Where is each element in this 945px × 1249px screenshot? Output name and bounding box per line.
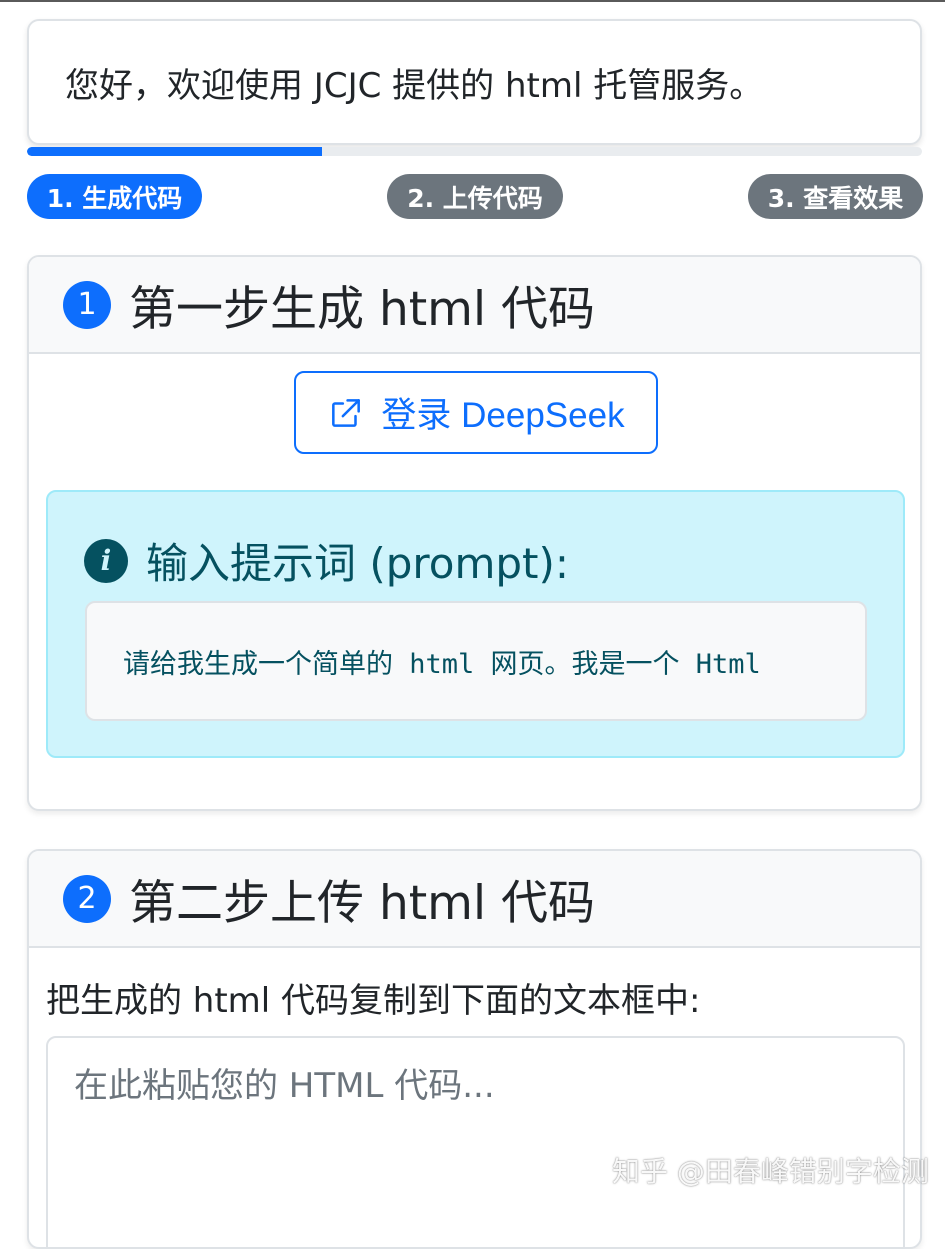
login-deepseek-button[interactable]: 登录 DeepSeek (294, 371, 658, 454)
watermark: 知乎 @田春峰错别字检测 (612, 1155, 929, 1188)
welcome-alert: 您好，欢迎使用 JCJC 提供的 html 托管服务。 (27, 19, 922, 145)
progress-bar (27, 147, 922, 156)
prompt-info-heading-text: 输入提示词 (prompt): (146, 539, 570, 588)
step-badge-generate[interactable]: 1. 生成代码 (27, 174, 202, 219)
prompt-code-box[interactable]: 请给我生成一个简单的 html 网页。我是一个 Html (85, 601, 867, 721)
step-one-card: 1 第一步生成 html 代码 登录 DeepSeek i 输入提示词 (pro… (27, 255, 922, 811)
step-two-title: 第二步上传 html 代码 (129, 876, 595, 931)
login-deepseek-label: 登录 DeepSeek (381, 396, 625, 435)
html-code-textarea[interactable] (46, 1036, 905, 1247)
upload-instruction: 把生成的 html 代码复制到下面的文本框中: (46, 981, 701, 1021)
step-one-title: 第一步生成 html 代码 (129, 282, 595, 337)
prompt-text: 请给我生成一个简单的 html 网页。我是一个 Html (123, 648, 761, 680)
step-one-number-icon: 1 (63, 280, 111, 329)
step-two-number-icon: 2 (63, 874, 111, 923)
welcome-text: 您好，欢迎使用 JCJC 提供的 html 托管服务。 (65, 65, 764, 106)
top-border (0, 0, 945, 2)
prompt-info-heading: i 输入提示词 (prompt): (84, 530, 569, 591)
step-badge-view[interactable]: 3. 查看效果 (748, 174, 923, 219)
info-icon: i (84, 538, 128, 583)
step-badge-upload[interactable]: 2. 上传代码 (387, 174, 563, 219)
progress-fill (27, 147, 323, 156)
prompt-info-alert: i 输入提示词 (prompt): 请给我生成一个简单的 html 网页。我是一… (46, 490, 905, 758)
external-link-icon (332, 398, 361, 427)
step-two-header: 2 第二步上传 html 代码 (29, 851, 920, 948)
step-one-header: 1 第一步生成 html 代码 (29, 257, 920, 354)
